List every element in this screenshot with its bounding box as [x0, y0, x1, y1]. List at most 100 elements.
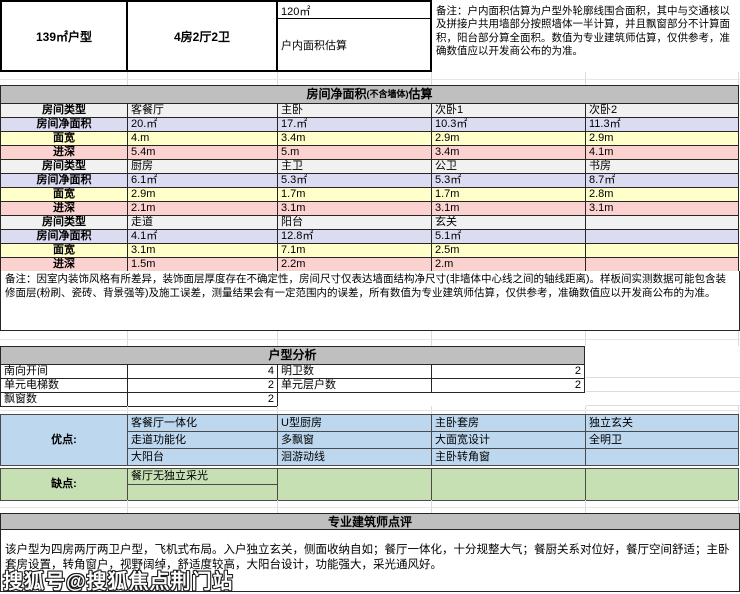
cell-width: 3.4m — [278, 132, 432, 146]
watermark: 搜狐号@搜狐焦点荆门站 — [3, 565, 234, 594]
cell-width: 1.7m — [278, 188, 432, 202]
cell-depth: 3.4m — [432, 146, 586, 160]
cell-width: 2.9m — [586, 132, 739, 146]
room-table-title-main: 房间净面积 — [306, 88, 366, 101]
cell-width: 3.1m — [128, 244, 278, 258]
row-label-width: 面宽 — [1, 188, 128, 202]
inner-area-value-cell: 120㎡ — [278, 2, 430, 19]
cell-net-area: 8.7㎡ — [586, 174, 739, 188]
cell-room-type: 阳台 — [278, 216, 432, 230]
pros-item: 独立玄关 — [586, 415, 739, 432]
analysis-label: 明卫数 — [278, 365, 432, 379]
analysis-value: 2 — [432, 365, 585, 379]
cell-width: 2.5m — [432, 244, 586, 258]
cell-net-area: 17.㎡ — [278, 118, 432, 132]
cell-room-type: 走道 — [128, 216, 278, 230]
unit-layout-cell: 4房2厅2卫 — [128, 2, 278, 70]
pros-item: 主卧转角窗 — [432, 449, 586, 466]
cell-room-type: 公卫 — [432, 160, 586, 174]
pros-section: 优点: 客餐厅一体化 U型厨房 主卧套房 独立玄关 走道功能化 多飘窗 大面宽设… — [0, 414, 739, 466]
gridline-gap — [0, 406, 740, 414]
gridline-gap — [0, 72, 740, 85]
room-table-title-small: (不含墙体) — [367, 88, 409, 101]
room-table-footnote: 备注：因室内装饰风格有所差异，装饰面层厚度存在不确定性，房间尺寸仅表达墙面结构净… — [0, 271, 740, 331]
cell-width: 4.m — [128, 132, 278, 146]
cell-net-area: 5.3㎡ — [432, 174, 586, 188]
row-label-type: 房间类型 — [1, 160, 128, 174]
faint-gridlines — [586, 364, 740, 407]
room-area-table: 房间净面积(不含墙体)估算 房间类型 客餐厅 主卧 次卧1 次卧2 房间净面积 … — [0, 85, 739, 272]
review-title: 专业建筑师点评 — [0, 513, 740, 530]
pros-item: 大阳台 — [128, 449, 278, 466]
cell-net-area: 6.1㎡ — [128, 174, 278, 188]
cell-room-type — [586, 216, 739, 230]
row-label-type: 房间类型 — [1, 216, 128, 230]
pros-item: U型厨房 — [278, 415, 432, 432]
cell-net-area — [586, 230, 739, 244]
cell-depth — [586, 258, 739, 272]
unit-header-box: 139㎡户型 4房2厅2卫 120㎡ 户内面积估算 — [0, 0, 432, 72]
analysis-value: 2 — [128, 379, 278, 393]
cell-net-area: 10.3㎡ — [432, 118, 586, 132]
cell-room-type: 次卧2 — [586, 104, 739, 118]
inner-area-label-cell: 户内面积估算 — [278, 19, 430, 70]
cell-depth: 5.4m — [128, 146, 278, 160]
unit-analysis-table: 户型分析 南向开间 4 明卫数 2 单元电梯数 2 单元层户数 2 飘窗数 2 — [0, 346, 585, 407]
cell-width: 1.7m — [432, 188, 586, 202]
row-label-depth: 进深 — [1, 146, 128, 160]
cell-room-type: 玄关 — [432, 216, 586, 230]
cell-net-area: 20.㎡ — [128, 118, 278, 132]
row-label-net-area: 房间净面积 — [1, 118, 128, 132]
gridline-gap — [0, 331, 740, 346]
analysis-label: 飘窗数 — [1, 393, 128, 407]
pros-label: 优点: — [1, 415, 128, 466]
room-table-title-tail: 估算 — [409, 88, 433, 101]
cell-net-area: 4.1㎡ — [128, 230, 278, 244]
row-label-depth: 进深 — [1, 202, 128, 216]
row-label-net-area: 房间净面积 — [1, 230, 128, 244]
pros-item — [586, 449, 739, 466]
cell-depth: 2.1m — [128, 202, 278, 216]
pros-item: 全明卫 — [586, 432, 739, 449]
cell-width: 2.8m — [586, 188, 739, 202]
cell-depth: 3.1m — [586, 202, 739, 216]
cons-item: 餐厅无独立采光 — [128, 469, 278, 485]
cell-room-type: 次卧1 — [432, 104, 586, 118]
pros-item: 大面宽设计 — [432, 432, 586, 449]
cell-depth: 4.1m — [586, 146, 739, 160]
cell-room-type: 主卫 — [278, 160, 432, 174]
unit-type-cell: 139㎡户型 — [2, 2, 128, 70]
spreadsheet-page: 139㎡户型 4房2厅2卫 120㎡ 户内面积估算 备注：户内面积估算为户型外轮… — [0, 0, 740, 594]
cell-room-type: 主卧 — [278, 104, 432, 118]
cell-depth: 5.m — [278, 146, 432, 160]
pros-item: 走道功能化 — [128, 432, 278, 449]
pros-item: 客餐厅一体化 — [128, 415, 278, 432]
cell-width: 7.1m — [278, 244, 432, 258]
analysis-label: 单元电梯数 — [1, 379, 128, 393]
analysis-value: 2 — [128, 393, 278, 407]
header-note: 备注：户内面积估算为户型外轮廓线围合面积，其中与交通核以及拼接户共用墙部分按照墙… — [436, 5, 736, 59]
analysis-label: 单元层户数 — [278, 379, 432, 393]
cell-depth: 3.1m — [432, 202, 586, 216]
cell-net-area: 5.1㎡ — [432, 230, 586, 244]
analysis-value: 4 — [128, 365, 278, 379]
cons-item — [128, 485, 278, 501]
cell-depth: 2.m — [432, 258, 586, 272]
analysis-empty-cell — [432, 393, 585, 407]
analysis-title: 户型分析 — [1, 347, 585, 365]
cell-depth: 1.5m — [128, 258, 278, 272]
pros-item: 主卧套房 — [432, 415, 586, 432]
cell-room-type: 书房 — [586, 160, 739, 174]
cell-depth: 3.1m — [278, 202, 432, 216]
row-label-width: 面宽 — [1, 132, 128, 146]
cell-width — [586, 244, 739, 258]
cons-item — [586, 469, 739, 501]
gridline-gap — [0, 500, 740, 513]
cell-width: 2.9m — [128, 188, 278, 202]
cell-net-area: 5.3㎡ — [278, 174, 432, 188]
cell-width: 2.9m — [432, 132, 586, 146]
cons-item — [278, 469, 432, 501]
cell-depth: 2.2m — [278, 258, 432, 272]
analysis-empty-cell — [278, 393, 432, 407]
row-label-net-area: 房间净面积 — [1, 174, 128, 188]
